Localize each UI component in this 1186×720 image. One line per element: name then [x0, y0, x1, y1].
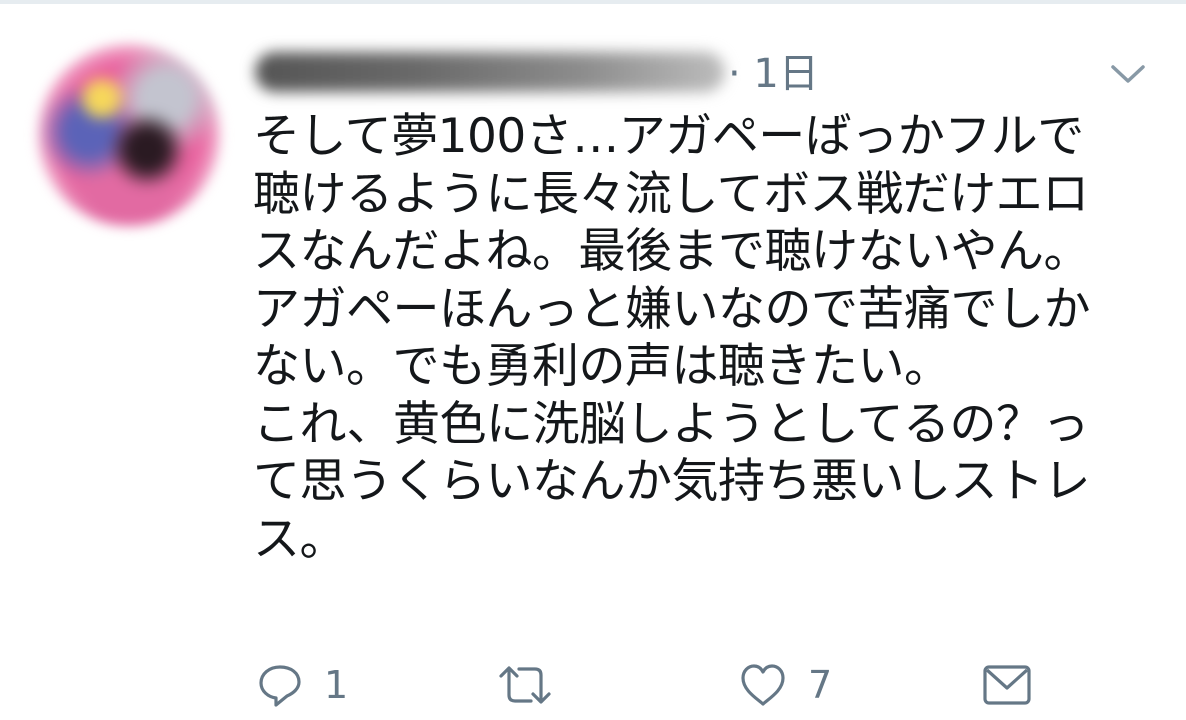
user-name-redacted[interactable] — [255, 52, 725, 92]
tweet-text-line: て思うくらいなんか気持ち悪いしストレ — [253, 454, 1091, 509]
retweet-icon — [499, 666, 551, 704]
tweet-text-line: これ、黄色に洗脳しようとしてるの？っ — [253, 396, 1090, 452]
tweet-text-line: ない。でも勇利の声は聴きたい。 — [253, 339, 951, 394]
avatar[interactable] — [38, 44, 220, 226]
retweet-button[interactable] — [497, 660, 575, 710]
top-divider — [0, 0, 1186, 4]
like-button[interactable]: 7 — [740, 660, 832, 710]
tweet-actions: 1 7 — [0, 650, 1186, 720]
chevron-down-icon[interactable] — [1110, 62, 1146, 86]
tweet-text-line: ス。 — [253, 511, 347, 567]
tweet-text-line: そして夢100さ…アガペーばっかフルで — [253, 109, 1084, 164]
direct-message-button[interactable] — [982, 660, 1032, 710]
reply-count: 1 — [324, 663, 349, 707]
envelope-icon — [983, 665, 1031, 705]
tweet-text-line: スなんだよね。最後まで聴けないやん。 — [253, 224, 1091, 279]
tweet-text-line: アガペーほんっと嫌いなので苦痛でしか — [253, 281, 1091, 337]
like-count: 7 — [808, 663, 833, 707]
tweet-text: そして夢100さ…アガペーばっかフルで 聴けるように長々流してボス戦だけエロ ス… — [253, 108, 1153, 568]
timestamp[interactable]: · 1日 — [728, 50, 819, 98]
reply-icon — [259, 665, 301, 707]
heart-icon — [741, 664, 785, 706]
tweet-text-line: 聴けるように長々流してボス戦だけエロ — [253, 166, 1089, 222]
reply-button[interactable]: 1 — [258, 660, 348, 710]
